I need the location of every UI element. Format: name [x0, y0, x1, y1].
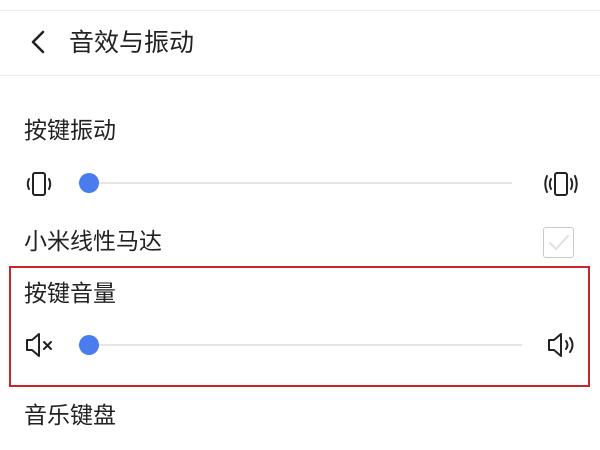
back-button[interactable] [22, 25, 56, 59]
linear-motor-label: 小米线性马达 [24, 229, 162, 255]
page-title: 音效与振动 [69, 28, 195, 57]
volume-mute-icon [22, 328, 56, 362]
vibrate-low-icon [22, 167, 56, 201]
chevron-left-icon [22, 30, 56, 63]
key-vibration-label: 按键振动 [24, 118, 116, 144]
linear-motor-checkbox[interactable] [543, 227, 574, 258]
volume-up-icon [544, 328, 578, 362]
key-volume-label: 按键音量 [24, 281, 116, 307]
music-keyboard-label: 音乐键盘 [24, 403, 116, 429]
key-volume-slider-track[interactable] [78, 344, 522, 346]
vibrate-high-icon [544, 167, 578, 201]
top-edge [0, 0, 600, 11]
header-bar: 音效与振动 [0, 11, 600, 76]
key-volume-slider-thumb[interactable] [79, 335, 99, 355]
key-vibration-slider-thumb[interactable] [79, 173, 99, 193]
key-vibration-slider-track[interactable] [78, 182, 512, 184]
